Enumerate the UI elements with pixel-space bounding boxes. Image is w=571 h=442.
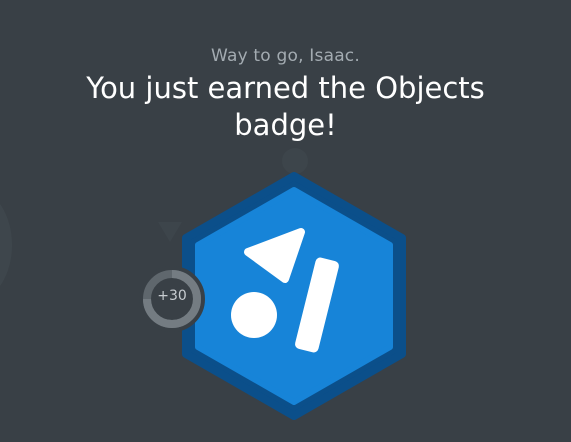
points-label: +30 bbox=[157, 288, 187, 304]
points-ring: +30 bbox=[137, 264, 207, 334]
background-decoration-dot bbox=[282, 148, 308, 174]
badge-circle-shape bbox=[231, 292, 277, 338]
badge-earned-headline: You just earned the Objects badge! bbox=[86, 71, 485, 142]
badge-award-screen: Way to go, Isaac. You just earned the Ob… bbox=[0, 0, 571, 442]
background-decoration-circle bbox=[0, 190, 12, 300]
objects-badge-icon bbox=[182, 172, 406, 420]
greeting-text: Way to go, Isaac. bbox=[211, 46, 360, 66]
